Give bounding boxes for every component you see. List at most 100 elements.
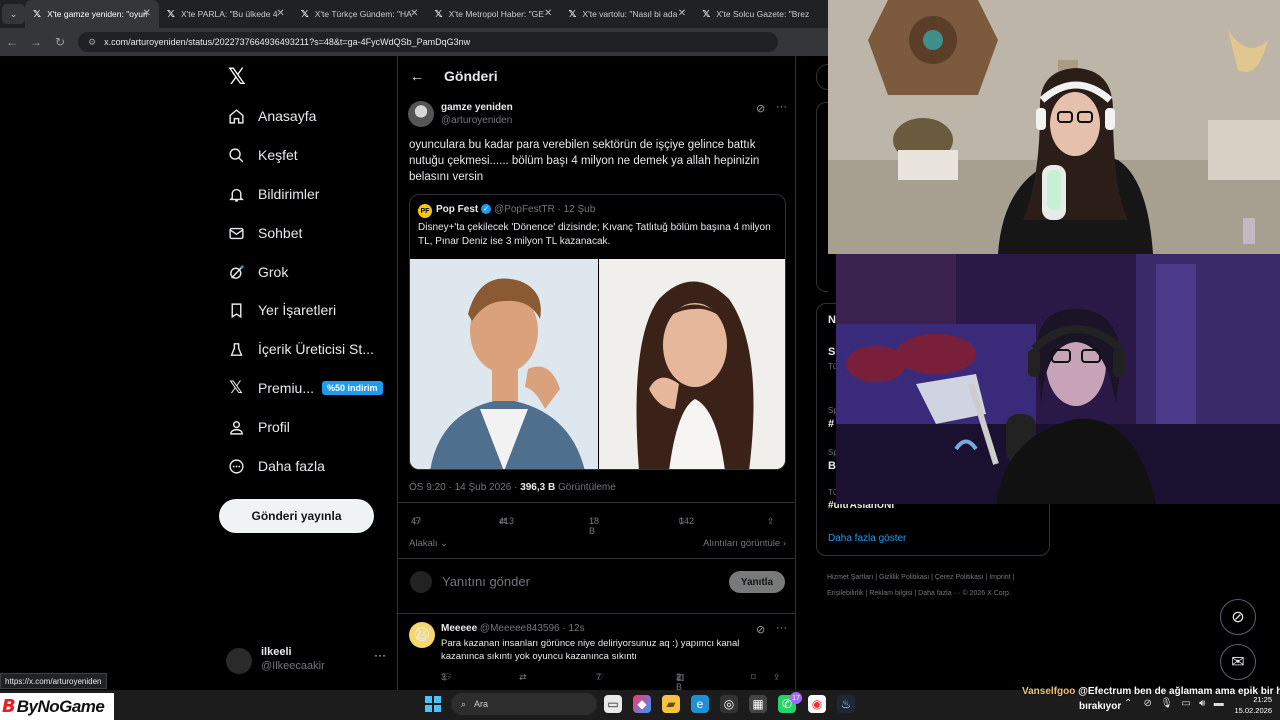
- quote-image-actress[interactable]: [599, 259, 785, 469]
- x-logo-icon[interactable]: 𝕏: [228, 64, 246, 90]
- more-dots-icon[interactable]: ···: [374, 648, 386, 662]
- display-icon[interactable]: ▭: [1181, 698, 1190, 709]
- site-info-icon[interactable]: ⚙: [88, 37, 96, 48]
- browser-tab[interactable]: 𝕏 X'te Solcu Gazete: "Brez: [694, 0, 828, 28]
- bynogame-mark-icon: 𝘽: [2, 696, 16, 716]
- view-count: 396,3 B: [520, 482, 556, 493]
- network-icon[interactable]: ⊘: [1144, 698, 1152, 709]
- x-favicon-icon: 𝕏: [702, 8, 711, 20]
- sidebar-item-notifications[interactable]: Bildirimler: [226, 182, 319, 206]
- trend-item[interactable]: #: [828, 418, 834, 430]
- account-switcher[interactable]: ilkeeli @Ilkeecaakir ···: [226, 642, 386, 682]
- messages-float-button[interactable]: ✉: [1220, 644, 1256, 680]
- edge-icon[interactable]: e: [691, 695, 709, 713]
- repost-icon[interactable]: ⇄: [519, 672, 527, 683]
- trends-title: N: [828, 314, 836, 326]
- steam-icon[interactable]: ♨: [837, 695, 855, 713]
- quoted-post[interactable]: PF Pop Fest ✓ @PopFestTR · 12 Şub Disney…: [409, 194, 786, 470]
- sort-dropdown[interactable]: Alakalı ⌄: [409, 538, 448, 549]
- clock-time: 21:25: [1253, 695, 1272, 704]
- grok-icon[interactable]: ⊘: [756, 102, 765, 115]
- quote-image-actor[interactable]: [410, 259, 598, 469]
- tab-close-icon[interactable]: ✕: [276, 8, 284, 19]
- tab-close-icon[interactable]: ✕: [142, 8, 150, 19]
- search-box[interactable]: [816, 64, 828, 90]
- store-icon[interactable]: ▦: [749, 695, 767, 713]
- post-button[interactable]: Gönderi yayınla: [219, 499, 374, 533]
- browser-tab[interactable]: 𝕏 X'te Türkçe Gündem: "HA ✕: [293, 0, 427, 28]
- account-handle: @Ilkeecaakir: [261, 660, 325, 672]
- quote-author-handle: @PopFestTR · 12 Şub: [494, 204, 596, 215]
- more-dots-icon[interactable]: ···: [776, 101, 787, 113]
- show-more-link[interactable]: Daha fazla göster: [828, 533, 906, 544]
- windows-start-icon[interactable]: [425, 696, 441, 712]
- sidebar-item-grok[interactable]: Grok: [226, 260, 288, 284]
- browser-tab[interactable]: 𝕏 X'te Metropol Haber: "GE ✕: [427, 0, 561, 28]
- url-field[interactable]: ⚙ x.com/arturoyeniden/status/20227376649…: [78, 32, 778, 52]
- copilot-icon[interactable]: ◆: [633, 695, 651, 713]
- reply-input[interactable]: Yanıtını gönder: [442, 574, 530, 589]
- tab-close-icon[interactable]: ✕: [544, 8, 552, 19]
- bell-icon: [226, 184, 246, 204]
- stream-chat-message-cont: bırakıyor: [1079, 701, 1122, 712]
- trend-item[interactable]: S: [828, 346, 835, 358]
- trend-item[interactable]: B: [828, 460, 836, 472]
- left-sidebar: 𝕏 Anasayfa Keşfet Bildirimler Sohbet Gro…: [218, 58, 396, 690]
- microphone-icon[interactable]: 🎙︎: [1160, 698, 1173, 709]
- reply-button[interactable]: Yanıtla: [729, 571, 785, 593]
- comment-author-name[interactable]: Meeeee: [441, 623, 477, 634]
- footer-links[interactable]: Hizmet Şartları | Gizlilik Politikası | …: [827, 570, 1047, 602]
- author-handle[interactable]: @arturoyeniden: [441, 115, 512, 126]
- sidebar-item-more[interactable]: Daha fazla: [226, 454, 325, 478]
- back-arrow-icon[interactable]: ←: [410, 68, 424, 84]
- profile-icon: [226, 417, 246, 437]
- sidebar-item-profile[interactable]: Profil: [226, 415, 290, 439]
- taskbar-search[interactable]: ⌕ Ara: [451, 693, 597, 715]
- reload-icon[interactable]: ↻: [48, 35, 72, 49]
- share-icon[interactable]: ⇪: [773, 672, 781, 683]
- sidebar-item-messages[interactable]: Sohbet: [226, 221, 302, 245]
- tab-close-icon[interactable]: ✕: [410, 8, 418, 19]
- reply-sort-row: Alakalı ⌄ Alıntıları görüntüle ›: [409, 538, 786, 549]
- app-icon[interactable]: ◎: [720, 695, 738, 713]
- more-circle-icon: [226, 456, 246, 476]
- browser-tab[interactable]: 𝕏 X'te PARLA: "Bu ülkede 4 ✕: [159, 0, 293, 28]
- grok-float-button[interactable]: ⊘: [1220, 599, 1256, 635]
- system-tray: ⌃ ⊘ 🎙︎ ▭ 🔊︎ ▬: [1124, 698, 1224, 709]
- forward-arrow-icon[interactable]: →: [24, 35, 48, 49]
- tab-search-menu-icon[interactable]: ⌄: [2, 4, 26, 24]
- share-icon[interactable]: ⇪: [767, 516, 775, 527]
- sidebar-item-creator-studio[interactable]: İçerik Üreticisi St...: [226, 337, 374, 361]
- back-arrow-icon[interactable]: ←: [0, 35, 24, 49]
- view-label: Görüntüleme: [555, 482, 616, 493]
- file-explorer-icon[interactable]: ▰: [662, 695, 680, 713]
- x-favicon-icon: 𝕏: [300, 8, 309, 20]
- address-bar: ← → ↻ ⚙ x.com/arturoyeniden/status/20227…: [0, 28, 828, 56]
- comment-text: Para kazanan insanları görünce niye deli…: [441, 638, 740, 662]
- volume-icon[interactable]: 🔊︎: [1199, 698, 1205, 709]
- author-avatar[interactable]: [408, 101, 434, 127]
- author-name[interactable]: gamze yeniden: [441, 102, 513, 113]
- browser-tab[interactable]: 𝕏 X'te vartolu: "Nasıl bi ada ✕: [560, 0, 694, 28]
- sidebar-item-explore[interactable]: Keşfet: [226, 143, 298, 167]
- tab-close-icon[interactable]: ✕: [678, 8, 686, 19]
- sidebar-item-premium[interactable]: 𝕏 Premiu... %50 indirim: [226, 376, 383, 400]
- grok-icon[interactable]: ⊘: [756, 623, 765, 636]
- battery-icon[interactable]: ▬: [1214, 698, 1224, 709]
- taskbar-clock[interactable]: 21:25 15.02.2026: [1228, 694, 1272, 716]
- chrome-icon[interactable]: ◉: [808, 695, 826, 713]
- view-quotes-link[interactable]: Alıntıları görüntüle ›: [703, 538, 786, 549]
- comment-avatar[interactable]: 😆︎: [409, 622, 435, 648]
- creator-studio-icon: [226, 339, 246, 359]
- divider: [398, 613, 796, 614]
- chevron-up-icon[interactable]: ⌃: [1124, 698, 1132, 709]
- task-view-icon[interactable]: ▭: [604, 695, 622, 713]
- sidebar-item-home[interactable]: Anasayfa: [226, 104, 316, 128]
- more-dots-icon[interactable]: ···: [776, 622, 787, 634]
- search-icon: ⌕: [461, 698, 467, 709]
- sidebar-item-bookmarks[interactable]: Yer İşaretleri: [226, 298, 336, 322]
- browser-tab[interactable]: 𝕏 X'te gamze yeniden: "oyuncu ✕: [25, 0, 159, 28]
- search-icon: [226, 145, 246, 165]
- bookmark-icon[interactable]: ⌑: [751, 672, 756, 683]
- webcam-overlay-room: [828, 0, 1280, 254]
